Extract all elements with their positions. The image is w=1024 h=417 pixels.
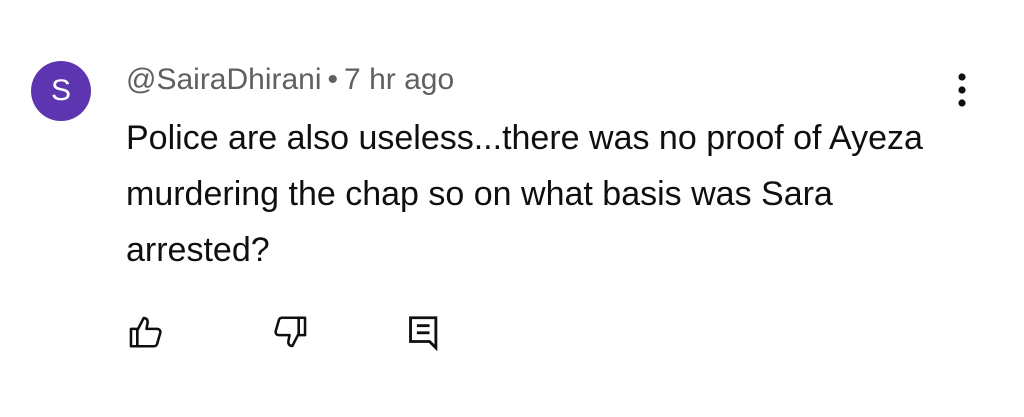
comment-text: Police are also useless...there was no p… bbox=[126, 119, 923, 269]
thumbs-down-icon bbox=[271, 313, 309, 351]
vertical-ellipsis-icon bbox=[957, 72, 967, 108]
like-button[interactable] bbox=[124, 310, 168, 354]
thumbs-up-icon bbox=[127, 313, 165, 351]
avatar-letter: S bbox=[50, 74, 71, 107]
author-handle[interactable]: @SairaDhirani bbox=[126, 63, 322, 96]
dislike-button[interactable] bbox=[268, 310, 312, 354]
meta-separator: • bbox=[327, 63, 339, 96]
reply-comment-icon bbox=[405, 313, 443, 351]
comment-timestamp: 7 hr ago bbox=[344, 63, 455, 96]
more-options-button[interactable] bbox=[944, 68, 980, 112]
avatar[interactable]: S bbox=[31, 61, 91, 121]
comment-card: S @SairaDhirani • 7 hr ago Police are also… bbox=[0, 0, 1024, 417]
reply-button[interactable] bbox=[402, 310, 446, 354]
comment-meta: @SairaDhirani • 7 hr ago bbox=[126, 60, 454, 100]
